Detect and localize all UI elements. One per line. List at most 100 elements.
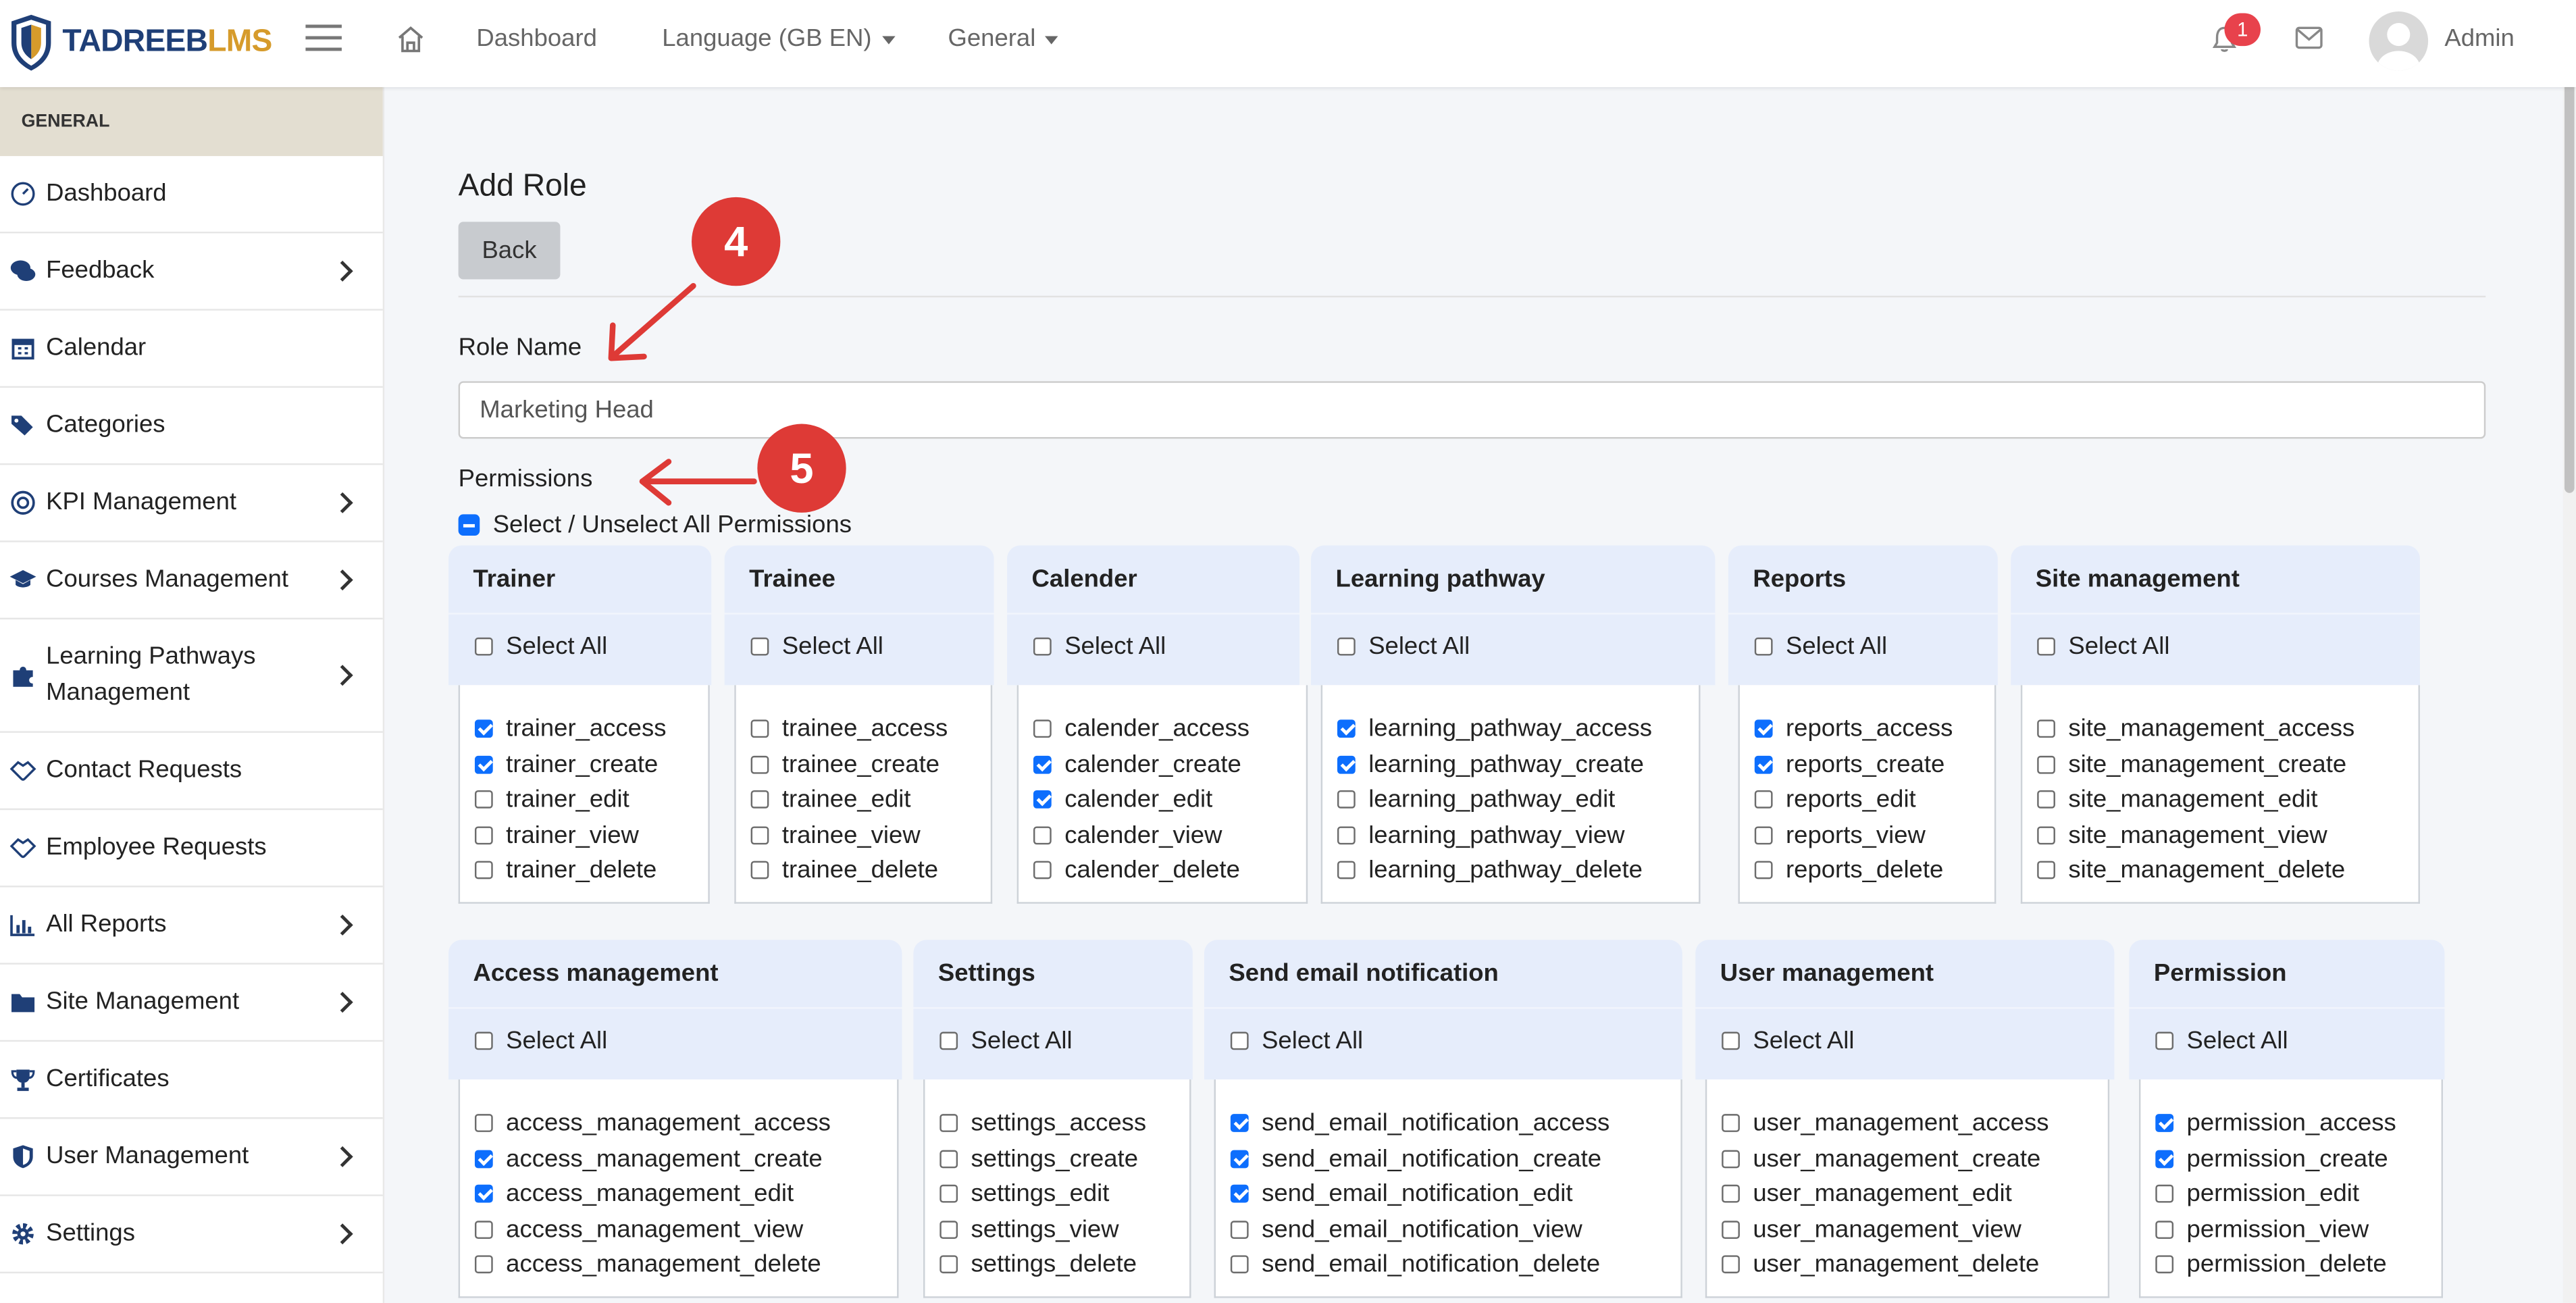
permission-row[interactable]: permission_view bbox=[2140, 1212, 2441, 1247]
permission-checkbox[interactable] bbox=[474, 719, 493, 738]
permission-row[interactable]: user_management_view bbox=[1707, 1212, 2108, 1247]
permission-checkbox[interactable] bbox=[2037, 755, 2055, 774]
permission-checkbox[interactable] bbox=[2037, 790, 2055, 809]
select-all-access-management[interactable]: Select All bbox=[474, 1027, 607, 1055]
permission-row[interactable]: access_management_edit bbox=[460, 1177, 897, 1212]
permission-checkbox[interactable] bbox=[1722, 1185, 1740, 1204]
permission-row[interactable]: learning_pathway_view bbox=[1322, 817, 1699, 852]
permission-checkbox[interactable] bbox=[939, 1114, 958, 1133]
home-icon[interactable] bbox=[394, 23, 428, 56]
sidebar-item-feedback[interactable]: Feedback bbox=[0, 233, 383, 311]
permission-checkbox[interactable] bbox=[1337, 861, 1356, 879]
permission-row[interactable]: send_email_notification_edit bbox=[1216, 1177, 1680, 1212]
avatar[interactable] bbox=[2369, 11, 2429, 71]
permission-checkbox[interactable] bbox=[1337, 825, 1356, 844]
permission-checkbox[interactable] bbox=[474, 1220, 493, 1239]
permission-checkbox[interactable] bbox=[2155, 1114, 2174, 1133]
indeterminate-checkbox[interactable] bbox=[458, 514, 480, 536]
permission-row[interactable]: site_management_delete bbox=[2022, 852, 2418, 888]
permission-checkbox[interactable] bbox=[2155, 1150, 2174, 1168]
permission-row[interactable]: user_management_edit bbox=[1707, 1177, 2108, 1212]
sidebar-item-courses-management[interactable]: Courses Management bbox=[0, 542, 383, 620]
permission-checkbox[interactable] bbox=[939, 1255, 958, 1274]
page-scrollbar[interactable] bbox=[2562, 0, 2576, 1303]
select-all-user-management[interactable]: Select All bbox=[1722, 1027, 1854, 1055]
permission-row[interactable]: settings_delete bbox=[925, 1247, 1189, 1282]
permission-row[interactable]: site_management_access bbox=[2022, 711, 2418, 746]
sidebar-item-contact-requests[interactable]: Contact Requests bbox=[0, 733, 383, 811]
permission-checkbox[interactable] bbox=[1722, 1255, 1740, 1274]
permission-checkbox[interactable] bbox=[939, 1185, 958, 1204]
permission-checkbox[interactable] bbox=[474, 790, 493, 809]
permission-row[interactable]: learning_pathway_access bbox=[1322, 711, 1699, 746]
permission-checkbox[interactable] bbox=[750, 861, 769, 879]
permission-row[interactable]: access_management_create bbox=[460, 1141, 897, 1176]
permission-checkbox[interactable] bbox=[1230, 1220, 1249, 1239]
back-button[interactable]: Back bbox=[458, 222, 561, 280]
select-all-checkbox[interactable] bbox=[474, 1031, 493, 1050]
permission-checkbox[interactable] bbox=[474, 825, 493, 844]
permission-checkbox[interactable] bbox=[1230, 1185, 1249, 1204]
permission-checkbox[interactable] bbox=[1337, 719, 1356, 738]
permission-row[interactable]: trainer_delete bbox=[460, 852, 708, 888]
permission-checkbox[interactable] bbox=[1230, 1114, 1249, 1133]
permission-row[interactable]: learning_pathway_delete bbox=[1322, 852, 1699, 888]
permission-row[interactable]: reports_create bbox=[1740, 747, 1994, 782]
sidebar-item-calendar[interactable]: Calendar bbox=[0, 311, 383, 388]
permission-row[interactable]: user_management_create bbox=[1707, 1141, 2108, 1176]
permission-row[interactable]: learning_pathway_create bbox=[1322, 747, 1699, 782]
permission-row[interactable]: reports_delete bbox=[1740, 852, 1994, 888]
permission-row[interactable]: user_management_access bbox=[1707, 1106, 2108, 1141]
permission-row[interactable]: calender_view bbox=[1019, 817, 1306, 852]
permission-checkbox[interactable] bbox=[939, 1150, 958, 1168]
role-name-input[interactable] bbox=[458, 381, 2486, 439]
permission-row[interactable]: calender_edit bbox=[1019, 782, 1306, 817]
menu-toggle-icon[interactable] bbox=[305, 24, 342, 54]
permission-checkbox[interactable] bbox=[1754, 790, 1773, 809]
select-all-checkbox[interactable] bbox=[939, 1031, 958, 1050]
permission-checkbox[interactable] bbox=[2037, 861, 2055, 879]
permission-row[interactable]: send_email_notification_access bbox=[1216, 1106, 1680, 1141]
select-all-site-management[interactable]: Select All bbox=[2037, 632, 2169, 661]
permission-checkbox[interactable] bbox=[2155, 1255, 2174, 1274]
permission-row[interactable]: send_email_notification_view bbox=[1216, 1212, 1680, 1247]
permission-checkbox[interactable] bbox=[1033, 755, 1052, 774]
select-all-checkbox[interactable] bbox=[2037, 637, 2055, 656]
permission-row[interactable]: trainee_delete bbox=[736, 852, 991, 888]
select-all-checkbox[interactable] bbox=[474, 637, 493, 656]
select-all-checkbox[interactable] bbox=[1722, 1031, 1740, 1050]
permission-row[interactable]: trainee_edit bbox=[736, 782, 991, 817]
permission-row[interactable]: access_management_delete bbox=[460, 1247, 897, 1282]
select-all-send-email-notification[interactable]: Select All bbox=[1230, 1027, 1363, 1055]
permission-row[interactable]: send_email_notification_delete bbox=[1216, 1247, 1680, 1282]
permission-checkbox[interactable] bbox=[1033, 861, 1052, 879]
scrollbar-thumb[interactable] bbox=[2564, 16, 2575, 493]
permission-checkbox[interactable] bbox=[1337, 755, 1356, 774]
sidebar-item-dashboard[interactable]: Dashboard bbox=[0, 156, 383, 234]
permission-checkbox[interactable] bbox=[474, 1255, 493, 1274]
permission-row[interactable]: settings_create bbox=[925, 1141, 1189, 1176]
permission-checkbox[interactable] bbox=[750, 825, 769, 844]
sidebar-item-settings[interactable]: Settings bbox=[0, 1196, 383, 1274]
permission-checkbox[interactable] bbox=[474, 861, 493, 879]
permission-checkbox[interactable] bbox=[750, 719, 769, 738]
permission-row[interactable]: settings_view bbox=[925, 1212, 1189, 1247]
general-dropdown[interactable]: General bbox=[948, 24, 1059, 53]
permission-row[interactable]: permission_access bbox=[2140, 1106, 2441, 1141]
select-all-trainer[interactable]: Select All bbox=[474, 632, 607, 661]
permission-checkbox[interactable] bbox=[750, 790, 769, 809]
permission-row[interactable]: site_management_view bbox=[2022, 817, 2418, 852]
permission-row[interactable]: calender_create bbox=[1019, 747, 1306, 782]
permission-checkbox[interactable] bbox=[1754, 719, 1773, 738]
select-all-trainee[interactable]: Select All bbox=[750, 632, 883, 661]
permission-row[interactable]: permission_create bbox=[2140, 1141, 2441, 1176]
permission-row[interactable]: trainer_edit bbox=[460, 782, 708, 817]
select-unselect-all-toggle[interactable]: Select / Unselect All Permissions bbox=[458, 511, 852, 539]
permission-checkbox[interactable] bbox=[1230, 1150, 1249, 1168]
permission-checkbox[interactable] bbox=[1754, 861, 1773, 879]
permission-checkbox[interactable] bbox=[750, 755, 769, 774]
sidebar-item-kpi-management[interactable]: KPI Management bbox=[0, 465, 383, 542]
permission-row[interactable]: permission_delete bbox=[2140, 1247, 2441, 1282]
permission-row[interactable]: user_management_delete bbox=[1707, 1247, 2108, 1282]
select-all-reports[interactable]: Select All bbox=[1754, 632, 1887, 661]
